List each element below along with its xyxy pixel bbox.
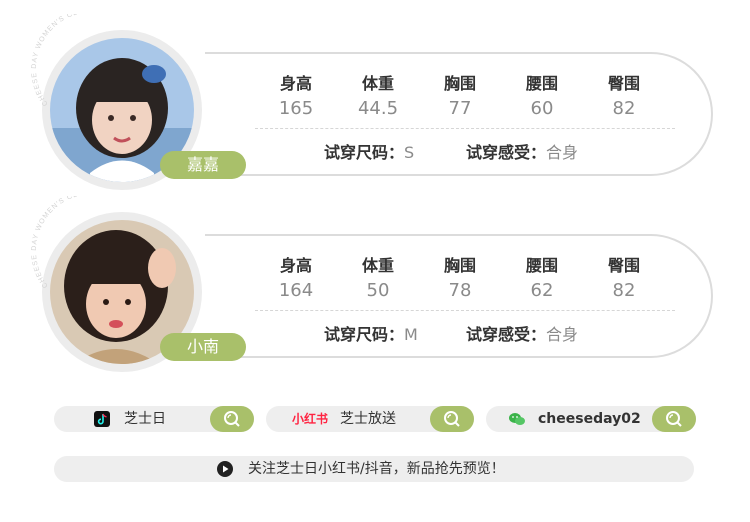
xiaohongshu-logo: 小红书 xyxy=(292,412,329,426)
stat-hip: 臀围 82 xyxy=(607,74,640,119)
model-card-2: CHEESE DAY WOMEN'S CLOTHING 小南 身高164 体重5… xyxy=(0,196,750,380)
fit-size: 试穿尺码：M xyxy=(324,325,418,344)
follow-text: 关注芝士日小红书/抖音，新品抢先预览！ xyxy=(248,461,505,477)
search-button[interactable] xyxy=(430,406,474,432)
social-label: 芝士放送 xyxy=(340,411,396,427)
social-label: cheeseday02 xyxy=(538,411,641,427)
stat-height: 身高 164 xyxy=(278,256,314,301)
social-douyin[interactable]: 芝士日 xyxy=(54,406,254,432)
stat-weight: 体重 44.5 xyxy=(357,74,399,119)
model-name-tag: 嘉嘉 xyxy=(160,151,246,179)
social-wechat[interactable]: cheeseday02 xyxy=(486,406,696,432)
social-xiaohongshu[interactable]: 小红书 芝士放送 xyxy=(266,406,474,432)
search-icon xyxy=(666,411,682,427)
stat-weight: 体重 50 xyxy=(361,256,394,301)
social-label: 芝士日 xyxy=(124,411,166,427)
fit-feel: 试穿感受：合身 xyxy=(466,325,579,344)
stat-waist: 腰围 62 xyxy=(525,256,558,301)
search-button[interactable] xyxy=(210,406,254,432)
follow-banner[interactable]: 关注芝士日小红书/抖音，新品抢先预览！ xyxy=(54,456,694,482)
search-icon xyxy=(444,411,460,427)
stat-height: 身高 165 xyxy=(278,74,314,119)
model-card-1: CHEESE DAY WOMEN'S CLOTHING 嘉嘉 身高165 体重4… xyxy=(0,14,750,198)
search-icon xyxy=(224,411,240,427)
wechat-icon xyxy=(509,413,525,425)
douyin-icon xyxy=(94,411,110,427)
play-icon xyxy=(217,461,233,477)
model-name-tag: 小南 xyxy=(160,333,246,361)
stat-waist: 腰围 60 xyxy=(525,74,558,119)
stat-bust: 胸围 77 xyxy=(443,74,476,119)
stat-hip: 臀围 82 xyxy=(607,256,640,301)
stat-bust: 胸围 78 xyxy=(443,256,476,301)
fit-feel: 试穿感受：合身 xyxy=(466,143,579,162)
dashed-divider xyxy=(255,128,675,129)
dashed-divider xyxy=(255,310,675,311)
search-button[interactable] xyxy=(652,406,696,432)
fit-size: 试穿尺码：S xyxy=(324,143,415,162)
